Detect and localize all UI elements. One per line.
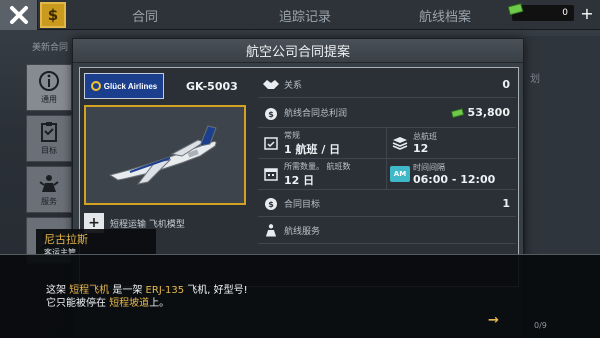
currency-icon[interactable]: $: [40, 2, 66, 28]
top-bar: $ 合同 追踪记录 航线档案 0 +: [0, 0, 600, 30]
route-service-label: 航线服务: [284, 226, 321, 237]
side-item-label: 通用: [41, 95, 57, 104]
profit-label: 航线合同总利润: [284, 109, 348, 119]
dialog-text: 它只能被停在: [46, 298, 110, 309]
background-label: 美新合同: [32, 43, 69, 53]
contract-goal-label: 合同目标: [284, 199, 321, 210]
money-bag-icon: $: [265, 198, 277, 210]
money-bag-icon: $: [265, 107, 277, 120]
side-item-general[interactable]: 通用: [26, 64, 72, 111]
route-service-row: 航线服务: [258, 217, 516, 244]
service-icon: [265, 224, 277, 237]
regular-value: 1 航班 / 日: [284, 142, 341, 156]
airplane-icon: [108, 125, 217, 185]
profit-value: 53,800: [467, 106, 510, 119]
speaker-tag: 尼古拉斯 客运主管: [36, 229, 156, 257]
add-money-button[interactable]: +: [578, 3, 596, 23]
total-flights-value: 12: [413, 142, 429, 155]
next-arrow-icon[interactable]: →: [488, 313, 499, 328]
cash-icon: [508, 3, 524, 15]
total-flights-cell: 总航班 12: [387, 128, 516, 158]
side-item-service[interactable]: 服务: [26, 166, 72, 213]
tab-tracking[interactable]: 追踪记录: [220, 0, 390, 30]
side-item-goal[interactable]: 目标: [26, 115, 72, 162]
tutorial-dialog[interactable]: 这架 短程飞机 是一架 ERJ-135 飞机, 好型号! 它只能被停在 短程坡道…: [0, 254, 600, 338]
schedule-row: 所需数量。 航班数 12 日 AM 时间间隔 06:00 - 12:00: [258, 159, 516, 190]
dialog-highlight: 短程坡道: [109, 298, 150, 309]
dialog-text: 上。: [149, 298, 170, 309]
regular-cell: 常规 1 航班 / 日: [258, 128, 387, 158]
page-counter: 0/9: [534, 321, 547, 330]
airline-swirl-icon: [90, 81, 101, 91]
side-item-label: 服务: [41, 197, 57, 206]
total-flights-label: 总航班: [413, 132, 437, 141]
time-cell: AM 时间间隔 06:00 - 12:00: [387, 159, 516, 189]
regular-label: 常规: [284, 130, 300, 140]
modal-title: 航空公司合同提案: [73, 39, 523, 63]
tab-route-archive[interactable]: 航线档案: [390, 0, 500, 30]
dialog-line-2: 它只能被停在 短程坡道上。: [46, 294, 169, 309]
contract-code: GK-5003: [186, 79, 238, 93]
relation-label: 关系: [284, 80, 303, 91]
service-icon: [39, 175, 59, 192]
airline-name: Glück Airlines: [103, 81, 158, 91]
airline-logo: Glück Airlines: [84, 73, 164, 99]
airline-info: Glück Airlines GK-5003: [84, 71, 254, 101]
background-right-label: 划: [530, 74, 540, 85]
am-badge: AM: [390, 166, 410, 182]
days-value: 12 日: [284, 173, 315, 187]
tab-contracts[interactable]: 合同: [70, 0, 220, 30]
info-icon: [39, 71, 59, 91]
svg-text:$: $: [268, 110, 274, 119]
relation-row: 关系 0: [258, 71, 516, 98]
calendar-check-icon: [264, 137, 278, 150]
contract-details: 关系 0 $ 航线合同总利润 53,800 常规 1 航班 / 日 总航班 12…: [258, 71, 516, 244]
days-label: 所需数量。 航班数: [284, 161, 351, 171]
profit-display: 53,800: [450, 106, 516, 119]
aircraft-preview[interactable]: [84, 105, 246, 205]
dialog-text: 飞机, 好型号!: [184, 285, 248, 296]
contract-goal-row: $ 合同目标 1: [258, 190, 516, 217]
contract-goal-value: 1: [502, 196, 510, 210]
relation-value: 0: [502, 77, 510, 91]
aircraft-type-label: 短程运输 飞机模型: [110, 219, 185, 230]
time-value: 06:00 - 12:00: [413, 173, 496, 186]
calendar-icon: [264, 168, 278, 181]
handshake-icon: [263, 80, 279, 89]
side-item-label: 目标: [41, 146, 57, 155]
time-label: 时间间隔: [413, 163, 445, 172]
profit-row: $ 航线合同总利润 53,800: [258, 98, 516, 128]
clipboard-icon: [41, 122, 57, 142]
days-cell: 所需数量。 航班数 12 日: [258, 159, 387, 189]
svg-text:$: $: [268, 200, 274, 209]
close-icon: [9, 6, 28, 24]
cash-icon: [450, 107, 464, 118]
flight-stats-row: 常规 1 航班 / 日 总航班 12: [258, 128, 516, 159]
close-button[interactable]: [0, 0, 38, 30]
speaker-name: 尼古拉斯: [44, 233, 88, 246]
stack-icon: [392, 137, 408, 150]
